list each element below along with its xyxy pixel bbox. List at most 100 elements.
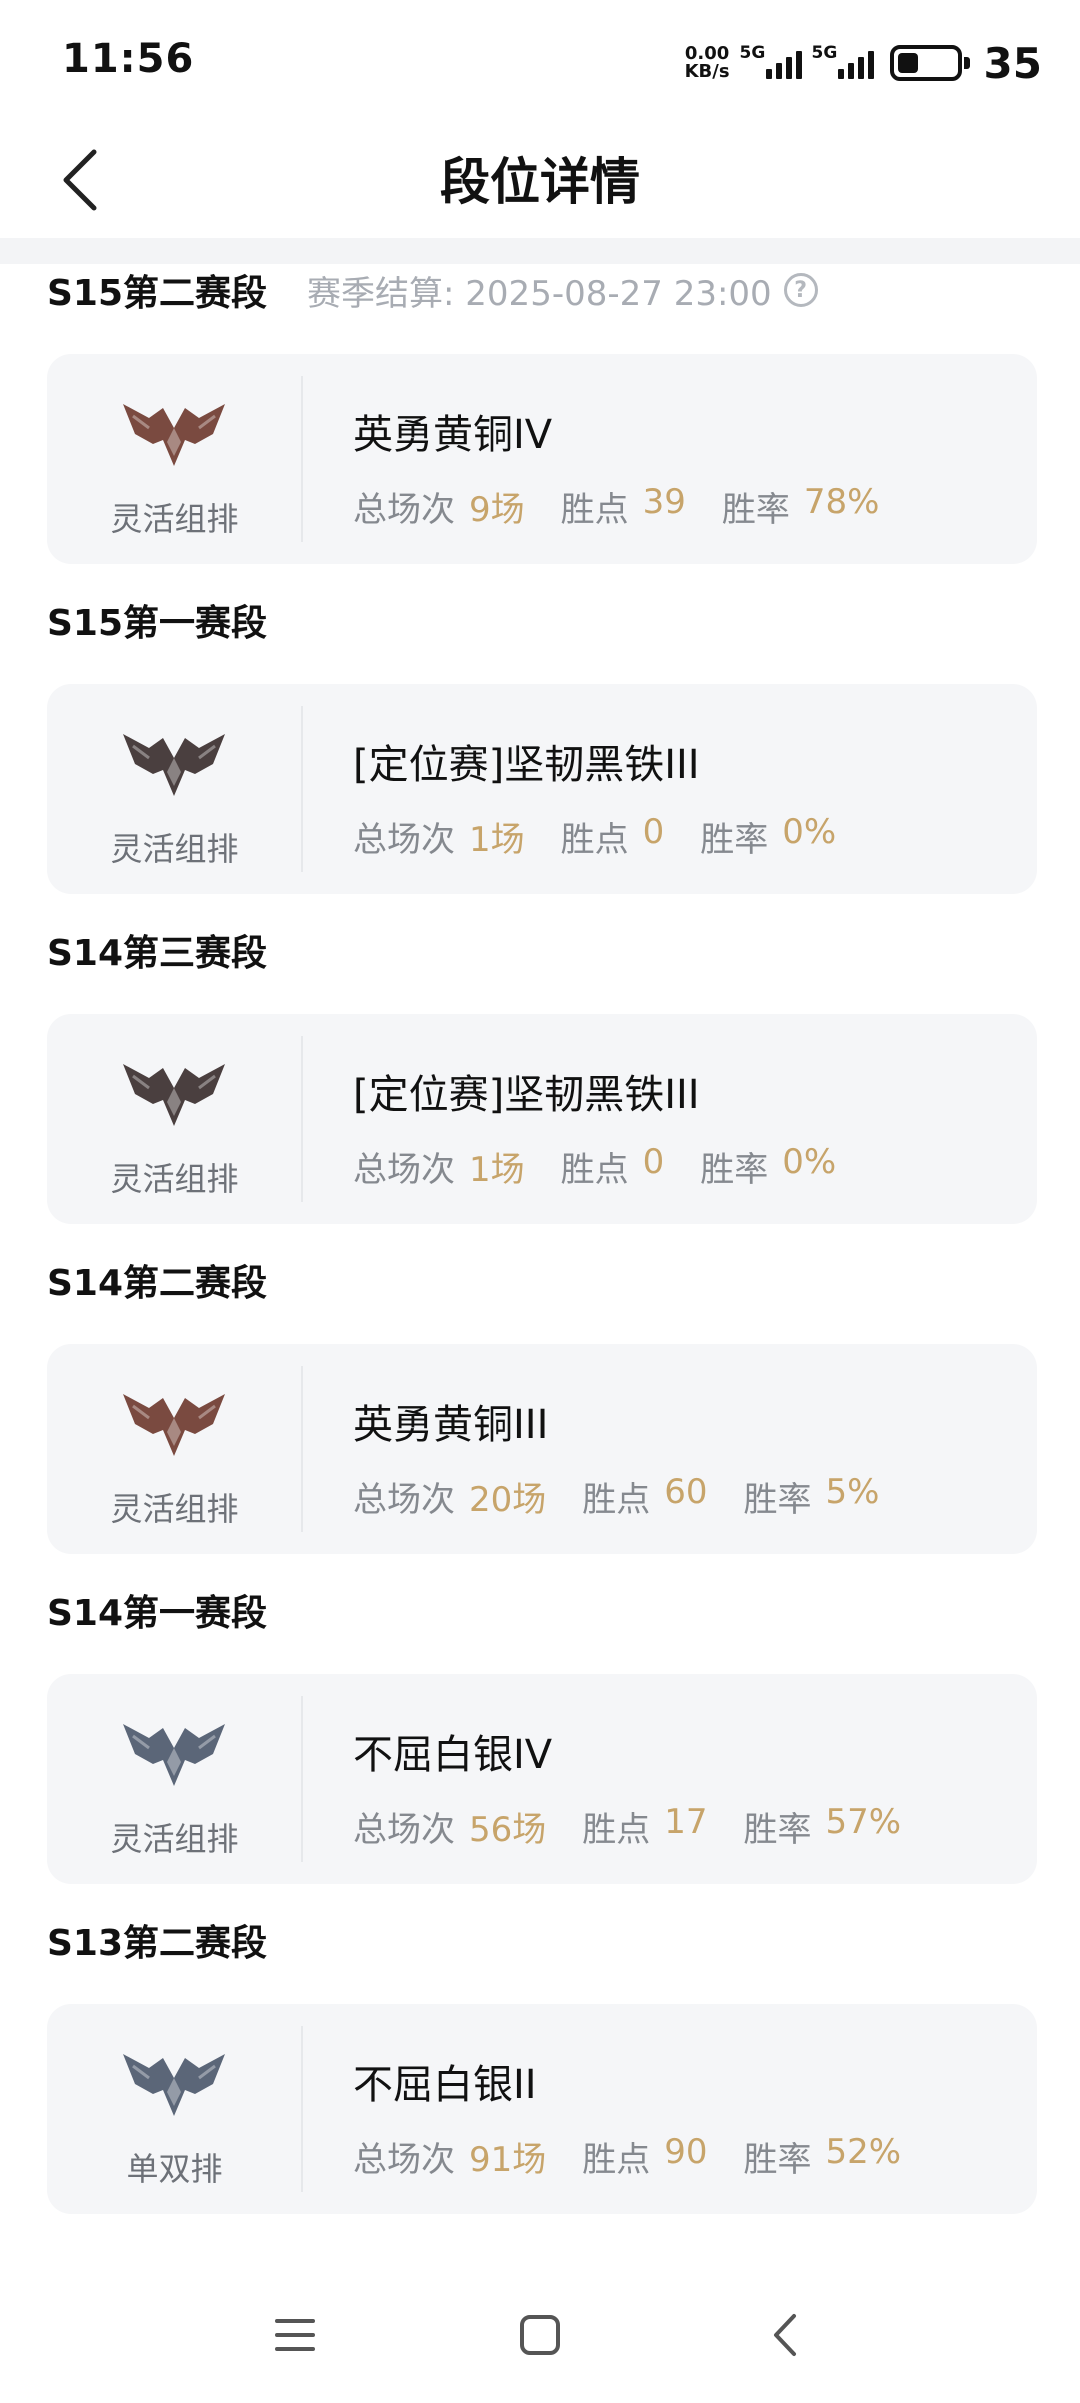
signal-icon: 5G (812, 43, 874, 83)
back-icon (774, 2314, 796, 2356)
points-value: 60 (664, 1472, 708, 1512)
top-app-bar: 段位详情 (0, 130, 1080, 240)
queue-type: 灵活组排 (110, 830, 239, 868)
battery-level (897, 53, 918, 73)
games-label: 总场次 (353, 1150, 455, 1190)
winrate-value: 0% (782, 812, 837, 852)
season-title: S14第一赛段 (47, 1593, 268, 1634)
winrate-value: 5% (825, 1472, 880, 1512)
card-divider (301, 2026, 303, 2192)
sim1-network-label: 5G (739, 43, 766, 63)
games-value: 20场 (469, 1480, 547, 1520)
rank-card[interactable]: 灵活组排 [定位赛]坚韧黑铁III 总场次 1场 胜点 0 胜率 0% (47, 684, 1037, 894)
rank-name: 不屈白银II (353, 2062, 537, 2108)
rank-card[interactable]: 灵活组排 不屈白银IV 总场次 56场 胜点 17 胜率 57% (47, 1674, 1037, 1884)
rank-emblem-column: 灵活组排 (47, 1014, 302, 1224)
games-label: 总场次 (353, 820, 455, 860)
winrate-label: 胜率 (700, 1150, 769, 1190)
winrate-label: 胜率 (700, 820, 769, 860)
net-speed: 0.00 KB/s (685, 45, 730, 81)
card-divider (301, 706, 303, 872)
season-title: S15第一赛段 (47, 603, 268, 644)
rank-stats: 总场次 1场 胜点 0 胜率 0% (353, 812, 872, 861)
status-bar: 11:56 0.00 KB/s 5G 5G 35 (0, 0, 1080, 130)
rank-emblem-icon (123, 404, 225, 466)
menu-icon (275, 2319, 315, 2351)
queue-type: 灵活组排 (110, 1820, 239, 1858)
season-header: S15第二赛段 赛季结算: 2025-08-27 23:00? (47, 264, 818, 316)
rank-stats: 总场次 9场 胜点 39 胜率 78% (353, 482, 915, 531)
winrate-value: 78% (803, 482, 880, 522)
points-value: 90 (664, 2132, 708, 2172)
status-icons: 0.00 KB/s 5G 5G 35 (685, 38, 1042, 88)
rank-stats: 总场次 91场 胜点 90 胜率 52% (353, 2132, 937, 2181)
card-divider (301, 1696, 303, 1862)
games-label: 总场次 (353, 2140, 455, 2180)
system-nav-bar (0, 2270, 1080, 2403)
queue-type: 灵活组排 (110, 500, 239, 538)
points-label: 胜点 (582, 1810, 651, 1850)
points-value: 17 (664, 1802, 708, 1842)
season-title: S14第二赛段 (47, 1263, 268, 1304)
rank-name: 英勇黄铜IV (353, 412, 553, 458)
season-header: S14第二赛段 (47, 1254, 267, 1306)
sim2-network-label: 5G (811, 43, 838, 63)
battery-icon (889, 45, 970, 81)
card-divider (301, 376, 303, 542)
rank-stats: 总场次 20场 胜点 60 胜率 5% (353, 1472, 915, 1521)
season-title: S15第二赛段 (47, 273, 268, 314)
winrate-label: 胜率 (743, 1480, 812, 1520)
rank-name: 英勇黄铜III (353, 1402, 549, 1448)
home-icon (520, 2315, 560, 2355)
queue-type: 灵活组排 (110, 1490, 239, 1528)
season-title: S13第二赛段 (47, 1923, 268, 1964)
games-value: 1场 (469, 1150, 525, 1190)
games-value: 1场 (469, 820, 525, 860)
season-header: S13第二赛段 (47, 1914, 267, 1966)
header-divider (0, 238, 1080, 264)
season-header: S14第三赛段 (47, 924, 267, 976)
winrate-value: 0% (782, 1142, 837, 1182)
rank-emblem-column: 灵活组排 (47, 1674, 302, 1884)
games-value: 9场 (469, 490, 525, 530)
rank-card[interactable]: 灵活组排 英勇黄铜III 总场次 20场 胜点 60 胜率 5% (47, 1344, 1037, 1554)
status-time: 11:56 (62, 36, 195, 82)
points-label: 胜点 (560, 1150, 629, 1190)
rank-emblem-column: 灵活组排 (47, 1344, 302, 1554)
season-title: S14第三赛段 (47, 933, 268, 974)
nav-back-button[interactable] (740, 2290, 830, 2380)
queue-type: 单双排 (126, 2150, 223, 2188)
menu-button[interactable] (250, 2290, 340, 2380)
winrate-label: 胜率 (743, 1810, 812, 1850)
rank-card[interactable]: 灵活组排 英勇黄铜IV 总场次 9场 胜点 39 胜率 78% (47, 354, 1037, 564)
points-label: 胜点 (582, 2140, 651, 2180)
games-label: 总场次 (353, 1810, 455, 1850)
rank-name: [定位赛]坚韧黑铁III (353, 742, 700, 788)
rank-stats: 总场次 56场 胜点 17 胜率 57% (353, 1802, 937, 1851)
points-label: 胜点 (560, 820, 629, 860)
rank-emblem-column: 灵活组排 (47, 354, 302, 564)
rank-emblem-icon (123, 1394, 225, 1456)
page-title: 段位详情 (440, 153, 640, 211)
winrate-label: 胜率 (721, 490, 790, 530)
rank-emblem-icon (123, 1724, 225, 1786)
rank-card[interactable]: 单双排 不屈白银II 总场次 91场 胜点 90 胜率 52% (47, 2004, 1037, 2214)
points-label: 胜点 (560, 490, 629, 530)
help-circle-icon[interactable]: ? (783, 273, 818, 307)
rank-name: 不屈白银IV (353, 1732, 553, 1778)
winrate-label: 胜率 (743, 2140, 812, 2180)
games-value: 56场 (469, 1810, 547, 1850)
season-header: S14第一赛段 (47, 1584, 267, 1636)
season-header: S15第一赛段 (47, 594, 267, 646)
points-value: 0 (642, 1142, 665, 1182)
rank-emblem-column: 灵活组排 (47, 684, 302, 894)
queue-type: 灵活组排 (110, 1160, 239, 1198)
winrate-value: 52% (825, 2132, 902, 2172)
rank-emblem-icon (123, 2054, 225, 2116)
home-button[interactable] (495, 2290, 585, 2380)
card-divider (301, 1036, 303, 1202)
rank-name: [定位赛]坚韧黑铁III (353, 1072, 700, 1118)
rank-emblem-icon (123, 734, 225, 796)
winrate-value: 57% (825, 1802, 902, 1842)
rank-card[interactable]: 灵活组排 [定位赛]坚韧黑铁III 总场次 1场 胜点 0 胜率 0% (47, 1014, 1037, 1224)
